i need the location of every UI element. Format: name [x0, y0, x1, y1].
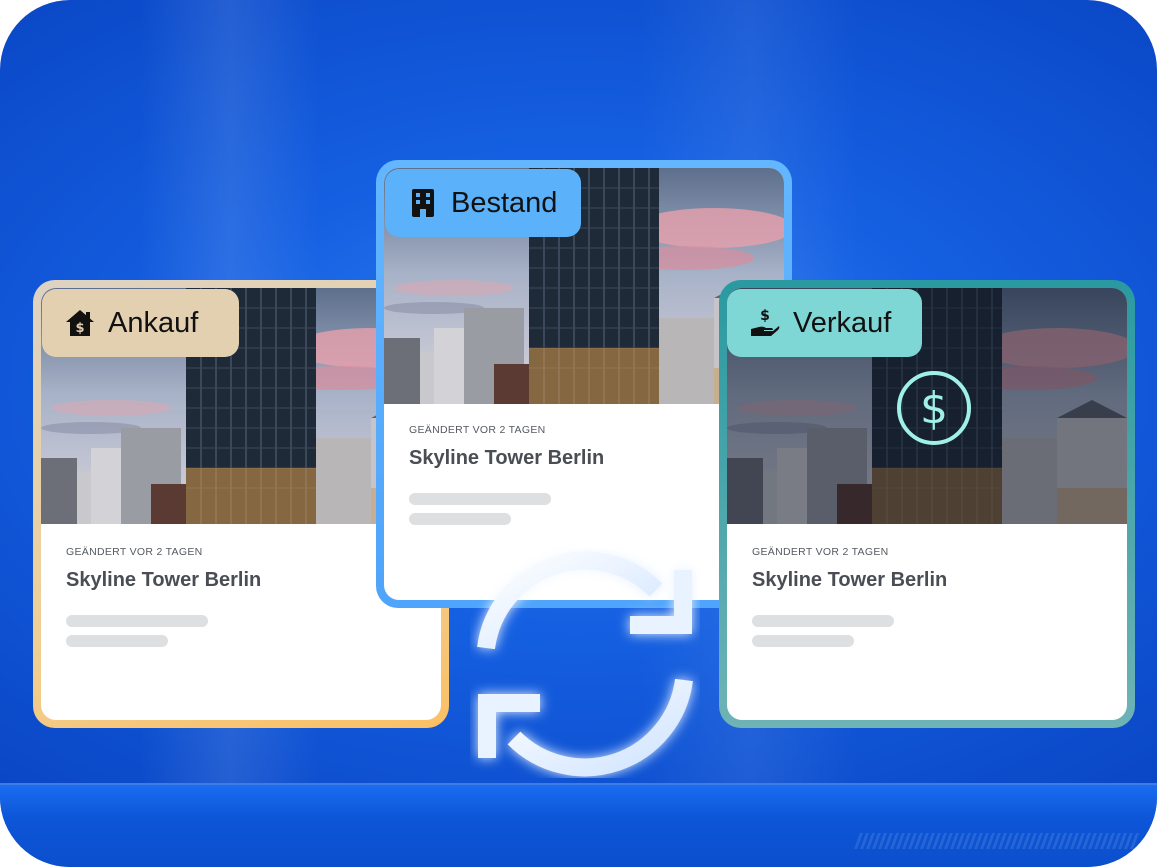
- property-title: Skyline Tower Berlin: [409, 447, 605, 469]
- stage-badge-bestand: Bestand: [385, 169, 581, 237]
- skeleton-line: [66, 635, 168, 647]
- floor-reflection: [854, 833, 1140, 849]
- building-icon: [407, 187, 439, 219]
- changed-timestamp: GEÄNDERT VOR 2 TAGEN: [66, 546, 203, 558]
- card-body: GEÄNDERT VOR 2 TAGEN Skyline Tower Berli…: [409, 424, 764, 525]
- sync-arrows-icon: [470, 548, 700, 778]
- stage-label: Verkauf: [793, 306, 892, 339]
- stage-label: Ankauf: [108, 306, 199, 339]
- skeleton-line: [752, 635, 854, 647]
- card-body: GEÄNDERT VOR 2 TAGEN Skyline Tower Berli…: [752, 546, 1107, 647]
- dollar-circle-icon: $: [897, 371, 971, 445]
- floor: [0, 783, 1157, 867]
- skeleton-line: [66, 615, 208, 627]
- changed-timestamp: GEÄNDERT VOR 2 TAGEN: [409, 424, 546, 436]
- property-title: Skyline Tower Berlin: [66, 569, 262, 591]
- stage-badge-ankauf: $ Ankauf: [42, 289, 239, 357]
- skeleton-line: [409, 493, 551, 505]
- svg-text:$: $: [760, 308, 770, 324]
- property-title: Skyline Tower Berlin: [752, 569, 948, 591]
- changed-timestamp: GEÄNDERT VOR 2 TAGEN: [752, 546, 889, 558]
- house-dollar-icon: $: [64, 307, 96, 339]
- skeleton-line: [752, 615, 894, 627]
- svg-text:$: $: [75, 321, 84, 336]
- stage-label: Bestand: [451, 186, 558, 219]
- card-body: GEÄNDERT VOR 2 TAGEN Skyline Tower Berli…: [66, 546, 421, 647]
- skeleton-line: [409, 513, 511, 525]
- hand-dollar-icon: $: [749, 307, 781, 339]
- stage-badge-verkauf: $ Verkauf: [727, 289, 922, 357]
